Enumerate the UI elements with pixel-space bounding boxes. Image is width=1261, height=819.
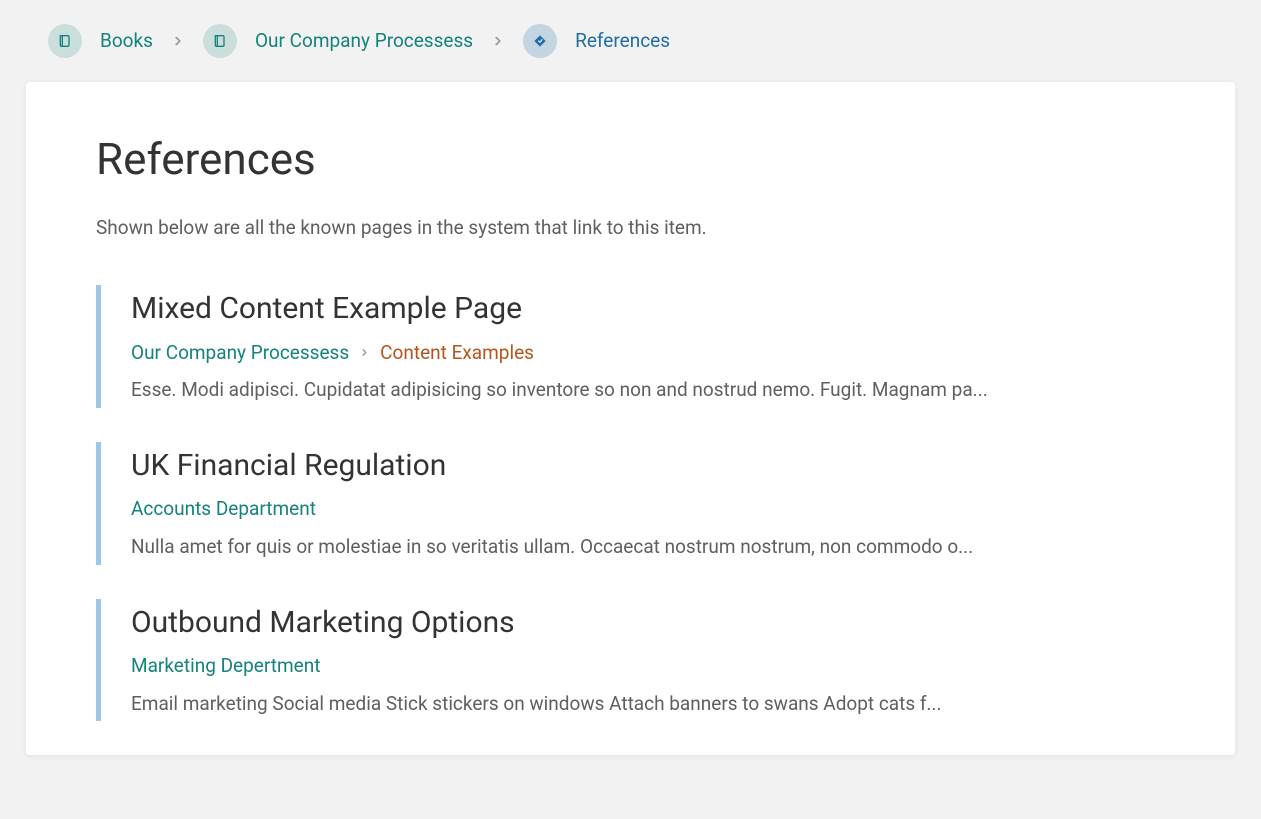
reference-path: Our Company Processess Content Examples [131,339,1165,367]
main-card: References Shown below are all the known… [26,82,1235,755]
page-icon [523,24,557,58]
book-icon [203,24,237,58]
chevron-right-icon [359,347,370,358]
page-title: References [96,128,1165,192]
reference-excerpt: Email marketing Social media Stick stick… [131,690,1165,718]
reference-path: Accounts Department [131,495,1165,523]
breadcrumb-book[interactable]: Our Company Processess [203,24,473,58]
breadcrumb-books[interactable]: Books [48,24,153,58]
reference-list: Mixed Content Example Page Our Company P… [96,285,1165,721]
chevron-right-icon [491,34,505,48]
reference-path-chapter: Content Examples [380,339,534,367]
reference-item[interactable]: UK Financial Regulation Accounts Departm… [96,442,1165,565]
chevron-right-icon [171,34,185,48]
reference-title: UK Financial Regulation [131,444,1165,488]
reference-path-book: Accounts Department [131,495,316,523]
page-intro: Shown below are all the known pages in t… [96,214,1165,242]
breadcrumb-page[interactable]: References [523,24,670,58]
reference-item[interactable]: Outbound Marketing Options Marketing Dep… [96,599,1165,722]
reference-excerpt: Nulla amet for quis or molestiae in so v… [131,533,1165,561]
book-icon [48,24,82,58]
reference-path: Marketing Depertment [131,652,1165,680]
reference-path-book: Our Company Processess [131,339,349,367]
breadcrumb-book-label: Our Company Processess [255,27,473,55]
reference-path-book: Marketing Depertment [131,652,320,680]
breadcrumb-page-label: References [575,27,670,55]
breadcrumb: Books Our Company Processess [26,0,1235,82]
breadcrumb-books-label: Books [100,27,153,55]
reference-title: Mixed Content Example Page [131,287,1165,331]
reference-title: Outbound Marketing Options [131,601,1165,645]
reference-item[interactable]: Mixed Content Example Page Our Company P… [96,285,1165,408]
reference-excerpt: Esse. Modi adipisci. Cupidatat adipisici… [131,376,1165,404]
